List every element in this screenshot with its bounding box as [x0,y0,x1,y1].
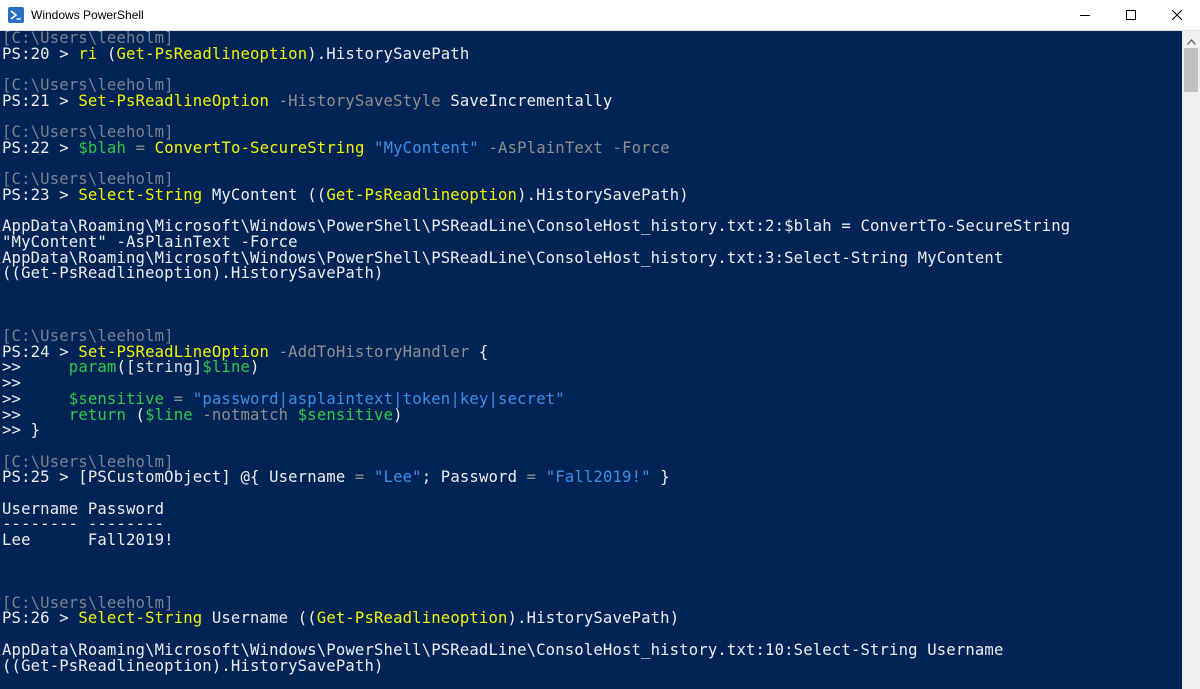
powershell-window: Windows PowerShell [C:\Users\leeholm] PS:… [0,0,1200,689]
vertical-scrollbar[interactable] [1182,31,1200,689]
console-line: PS:21 > Set-PsReadlineOption -HistorySav… [2,91,1070,110]
console-text: ] [192,358,203,377]
console-text: ).HistorySavePath) [517,185,689,204]
maximize-button[interactable] [1108,0,1154,30]
close-icon [1172,10,1182,20]
console-text: ) [393,405,403,424]
console-text: param [68,358,117,377]
console-line: ((Get-PsReadlineoption).HistorySavePath) [2,264,1070,283]
console-text: ri [78,44,98,63]
console-text: "Lee" [374,468,422,487]
console-text: PS:26 > [2,609,79,628]
console-text: -AsPlainText [488,138,603,157]
console-text: ( [97,44,117,63]
console-text: Username (( [202,609,317,628]
console-text: PS:21 > [2,91,79,110]
console-output[interactable]: [C:\Users\leeholm] PS:20 > ri (Get-PsRead… [0,31,1182,689]
console-text: ; Password [421,468,527,487]
console-text: return [68,405,127,424]
console-text: Set-PsReadlineOption [78,91,270,110]
console-text: ( [126,405,146,424]
console-text: ).HistorySavePath) [507,609,680,628]
window-controls [1062,0,1200,30]
minimize-icon [1080,10,1090,20]
console-line: Lee Fall2019! [2,531,1070,549]
console-text: $line [145,405,193,424]
scrollbar-thumb[interactable] [1184,48,1198,92]
console-text: -AddToHistoryHandler [278,342,470,361]
window-title: Windows PowerShell [31,8,144,22]
console-text: -notmatch [202,405,289,424]
console-text: Get-PsReadlineoption [326,185,518,204]
console-text: string [135,358,193,377]
console-line: PS:26 > Select-String Username ((Get-PsR… [2,611,1070,627]
title-bar[interactable]: Windows PowerShell [0,0,1200,31]
console-text: >> } [2,421,41,440]
console-line: PS:23 > Select-String MyContent ((Get-Ps… [2,185,1070,204]
console-text: SaveIncrementally [440,91,613,110]
console-text: Get-PsReadlineoption [316,609,508,628]
console-text: ).HistorySavePath [307,44,470,63]
console-text: } [650,468,670,487]
console-lines: [C:\Users\leeholm] PS:20 > ri (Get-PsRead… [2,31,1070,674]
console-text: ((Get-PsReadlineoption).HistorySavePath) [2,264,384,283]
console-text: MyContent (( [202,185,327,204]
scroll-up-button[interactable] [1182,31,1200,48]
console-text: Lee Fall2019! [2,531,174,549]
console-line: PS:22 > $blah = ConvertTo-SecureString "… [2,138,1070,157]
console-text: Select-String [78,185,203,204]
console-text: = [526,468,537,487]
console-line: PS:25 > [PSCustomObject] @{ Username = "… [2,468,1070,487]
console-text: = [135,138,146,157]
console-line: ((Get-PsReadlineoption).HistorySavePath) [2,656,1070,675]
close-button[interactable] [1154,0,1200,30]
console-line: >> param([string]$line) [2,360,1070,376]
console-text: $blah [78,138,127,157]
minimize-button[interactable] [1062,0,1108,30]
console-text: PS:25 > [PSCustomObject] @{ Username [2,468,355,487]
console-text: PS:22 > [2,138,79,157]
console-text: ) [250,358,260,377]
console-text: "Fall2019!" [545,468,651,487]
console-line: PS:20 > ri (Get-PsReadlineoption).Histor… [2,44,1070,63]
console-text: Select-String [78,609,203,628]
console-text: $sensitive [297,405,394,424]
console-text: Get-PsReadlineoption [116,44,308,63]
console-text: -HistorySaveStyle [278,91,441,110]
console-line: >> } [2,421,1070,440]
console-line: >> return ($line -notmatch $sensitive) [2,405,1070,424]
console-text: PS:23 > [2,185,79,204]
console-text: PS:20 > [2,44,79,63]
console-text: -Force [612,138,670,157]
console-text: "MyContent" [374,138,479,157]
console-text: { [469,342,489,361]
chevron-up-icon [1186,30,1196,49]
console-text: ConvertTo-SecureString [154,138,365,157]
console-text: ((Get-PsReadlineoption).HistorySavePath) [2,656,384,675]
console-text: $line [202,358,251,377]
console-text: ([ [116,358,136,377]
maximize-icon [1126,10,1136,20]
powershell-icon[interactable] [8,7,24,23]
